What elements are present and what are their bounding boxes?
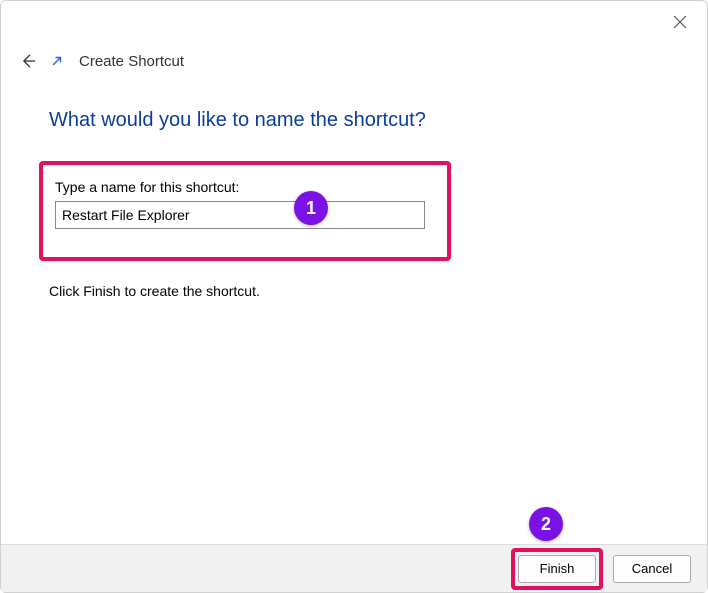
annotation-badge-1: 1 [294, 191, 328, 225]
cancel-button[interactable]: Cancel [613, 555, 691, 583]
callout-name-field: Type a name for this shortcut: [39, 161, 451, 261]
name-field-label: Type a name for this shortcut: [55, 179, 435, 195]
footer-bar: Finish Cancel [1, 544, 707, 592]
titlebar [1, 1, 707, 41]
annotation-badge-2: 2 [529, 507, 563, 541]
back-arrow-icon[interactable] [17, 50, 39, 72]
shortcut-name-input[interactable] [55, 201, 425, 229]
window-title: Create Shortcut [79, 53, 184, 70]
page-heading: What would you like to name the shortcut… [49, 109, 426, 132]
finish-button[interactable]: Finish [518, 555, 596, 583]
close-icon[interactable] [673, 15, 687, 29]
hint-text: Click Finish to create the shortcut. [49, 283, 260, 299]
callout-finish-button: Finish [511, 548, 603, 590]
shortcut-icon [49, 53, 65, 69]
header-row: Create Shortcut [17, 47, 691, 75]
